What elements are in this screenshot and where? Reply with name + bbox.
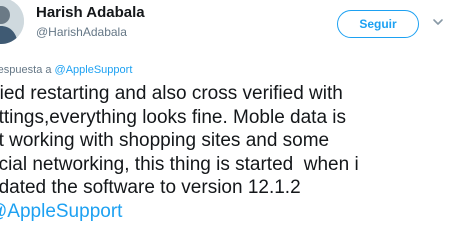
- chevron-down-icon[interactable]: [432, 17, 444, 27]
- reply-mention-link[interactable]: @AppleSupport: [55, 64, 133, 76]
- reply-prefix: respuesta a: [0, 64, 55, 76]
- tweet-text: tried restarting and also cross verified…: [0, 82, 449, 223]
- tweet-line: pdated the software to version 12.1.2: [0, 177, 301, 198]
- avatar[interactable]: [0, 0, 24, 44]
- tweet-line: ot working with shopping sites and some: [0, 130, 330, 151]
- avatar-image: [0, 0, 24, 44]
- reply-context: respuesta a @AppleSupport: [0, 64, 132, 76]
- tweet-line: ettings,everything looks fine. Moble dat…: [0, 106, 347, 128]
- follow-button[interactable]: Seguir: [337, 10, 419, 38]
- author-handle[interactable]: @HarishAdabala: [36, 25, 127, 39]
- tweet-line: ocial networking, this thing is started …: [0, 153, 359, 175]
- tweet-line: tried restarting and also cross verified…: [0, 83, 343, 104]
- tweet-mention-link[interactable]: @AppleSupport: [0, 200, 449, 224]
- author-name[interactable]: Harish Adabala: [36, 4, 145, 21]
